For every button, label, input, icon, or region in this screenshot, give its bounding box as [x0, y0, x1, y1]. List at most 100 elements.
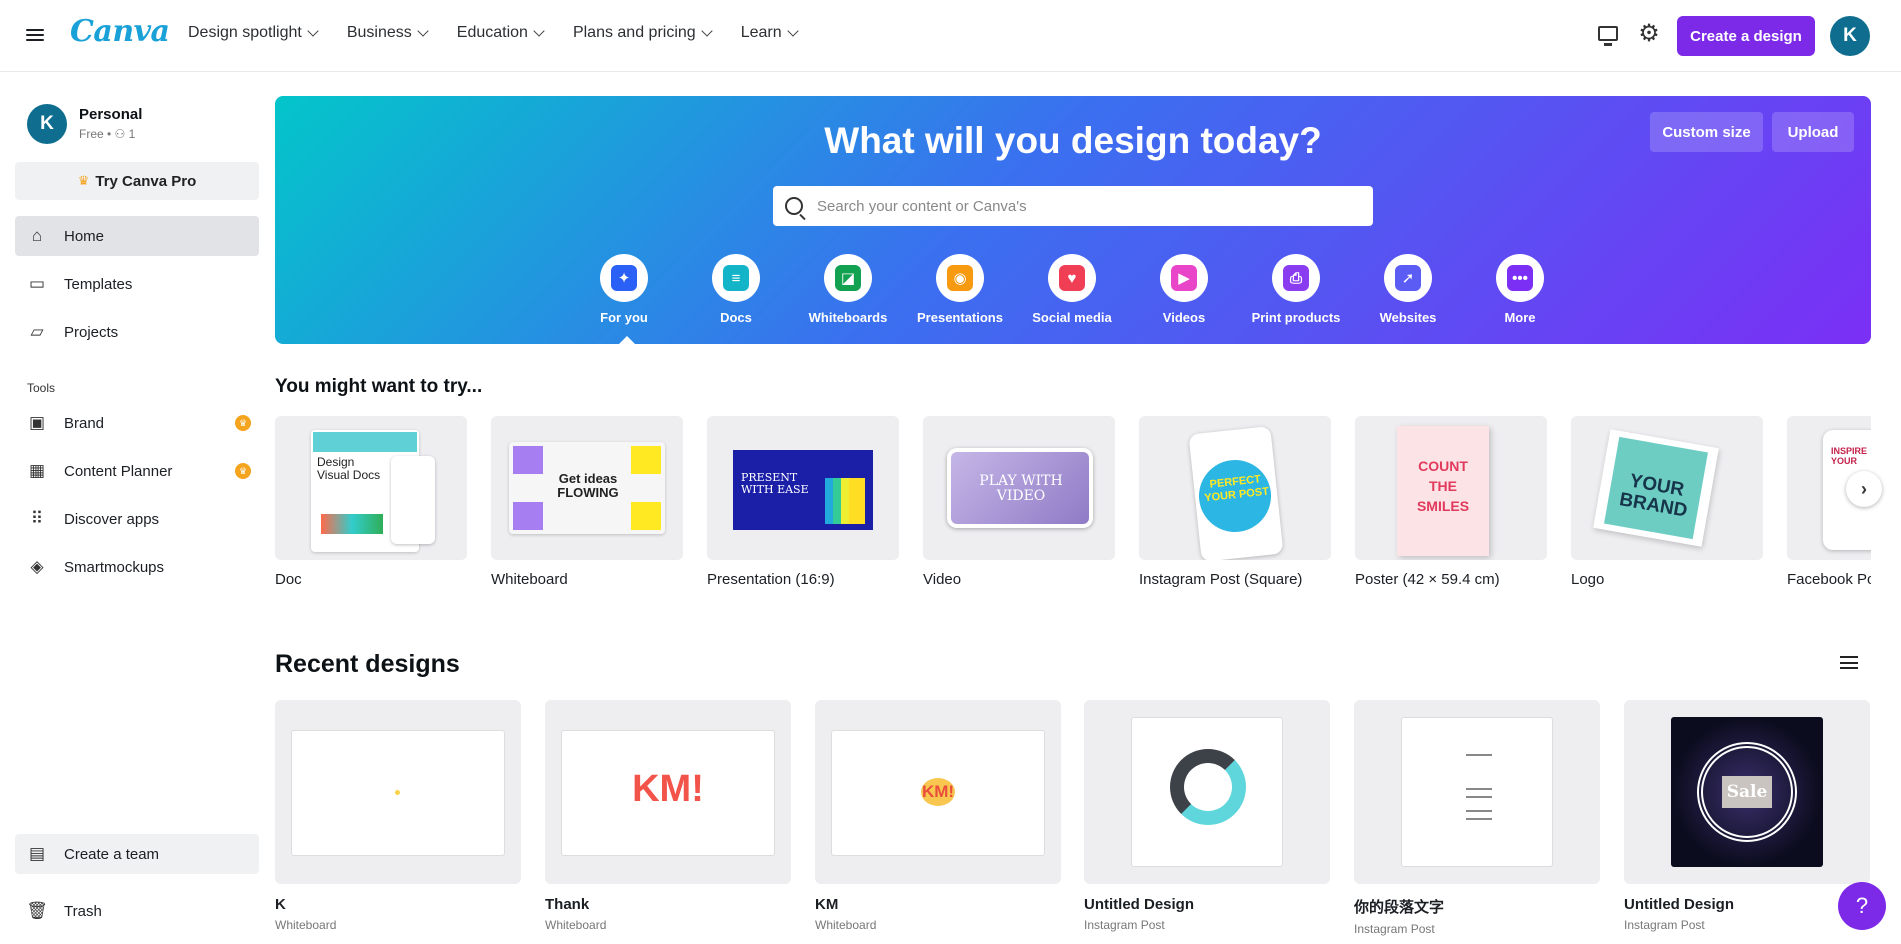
search-input[interactable]: [817, 197, 1357, 215]
create-design-button[interactable]: Create a design: [1677, 16, 1815, 56]
carousel-next-button[interactable]: ›: [1846, 471, 1882, 507]
recent-type: Whiteboard: [545, 918, 607, 932]
try-card-whiteboard[interactable]: Get ideas FLOWING Whiteboard: [491, 416, 683, 588]
chevron-down-icon: [701, 25, 713, 37]
sidebar-item-label: Smartmockups: [64, 558, 165, 576]
try-thumb: Design Visual Docs: [275, 416, 467, 560]
custom-size-button[interactable]: Custom size: [1650, 112, 1763, 152]
sparkle-icon: ✦: [611, 265, 637, 291]
category-docs[interactable]: ≡ Docs: [681, 254, 791, 325]
category-whiteboards[interactable]: ◪ Whiteboards: [793, 254, 903, 325]
recent-card[interactable]: KM! KM Whiteboard: [815, 700, 1061, 932]
chevron-down-icon: [786, 25, 799, 37]
menu-icon[interactable]: [24, 26, 46, 46]
tools-heading: Tools: [27, 381, 56, 395]
crown-icon: ♛: [77, 173, 90, 188]
nav-label: Education: [456, 24, 528, 41]
recent-card[interactable]: Untitled Design Instagram Post: [1084, 700, 1330, 932]
category-websites[interactable]: ➚ Websites: [1353, 254, 1463, 325]
try-card-label: Facebook Po: [1787, 571, 1871, 588]
chevron-down-icon: [533, 25, 545, 37]
try-card-poster[interactable]: COUNT THE SMILES Poster (42 × 59.4 cm): [1355, 416, 1547, 588]
search-icon: [785, 197, 803, 215]
try-card-presentation[interactable]: PRESENT WITH EASE Presentation (16:9): [707, 416, 899, 588]
recent-title: Untitled Design: [1084, 896, 1195, 913]
nav-plans-pricing[interactable]: Plans and pricing: [572, 24, 713, 42]
try-card-logo[interactable]: YOUR BRAND Logo: [1571, 416, 1763, 588]
sidebar-item-templates[interactable]: ▭ Templates: [15, 264, 259, 304]
recent-thumb: [275, 700, 521, 884]
try-card-label: Logo: [1571, 571, 1605, 588]
sidebar-item-projects[interactable]: ▱ Projects: [15, 312, 259, 352]
team-icon: ▤: [28, 844, 46, 863]
recent-thumb: KM!: [815, 700, 1061, 884]
category-label: Websites: [1379, 310, 1437, 325]
try-pro-button[interactable]: ♛ Try Canva Pro: [15, 162, 259, 200]
recent-type: Instagram Post: [1084, 918, 1165, 932]
list-view-icon[interactable]: [1840, 656, 1858, 672]
sidebar-item-label: Content Planner: [64, 462, 173, 480]
try-card-label: Instagram Post (Square): [1139, 571, 1303, 588]
account-name: Personal: [79, 106, 143, 123]
gear-icon[interactable]: ⚙: [1637, 22, 1661, 46]
category-label: Print products: [1251, 310, 1341, 325]
cursor-icon: ➚: [1395, 265, 1421, 291]
sidebar-item-label: Brand: [64, 414, 105, 432]
try-card-video[interactable]: PLAY WITH VIDEO Video: [923, 416, 1115, 588]
try-card-label: Presentation (16:9): [707, 571, 835, 588]
brand-icon: ▣: [28, 413, 46, 432]
nav-label: Plans and pricing: [572, 24, 696, 41]
selected-category-pointer: [618, 336, 636, 344]
nav-business[interactable]: Business: [347, 24, 429, 42]
sidebar-item-create-team[interactable]: ▤ Create a team: [15, 834, 259, 874]
category-social-media[interactable]: ♥ Social media: [1017, 254, 1127, 325]
category-more[interactable]: ••• More: [1465, 254, 1575, 325]
sidebar-item-smartmockups[interactable]: ◈ Smartmockups: [15, 547, 259, 587]
category-circle: ◪: [824, 254, 872, 302]
upload-button[interactable]: Upload: [1772, 112, 1854, 152]
recent-card[interactable]: 你的段落文字 Instagram Post: [1354, 700, 1600, 936]
calendar-icon: ▦: [28, 461, 46, 480]
recent-title: KM: [815, 896, 839, 913]
recent-title: K: [275, 896, 286, 913]
category-print-products[interactable]: ⎙ Print products: [1241, 254, 1351, 325]
category-videos[interactable]: ▶ Videos: [1129, 254, 1239, 325]
sidebar-item-brand[interactable]: ▣ Brand ♛: [15, 403, 259, 443]
category-for-you[interactable]: ✦ For you: [569, 254, 679, 325]
canva-logo[interactable]: Canva: [70, 14, 170, 49]
recent-title: 你的段落文字: [1354, 899, 1445, 916]
avatar[interactable]: K: [1830, 16, 1870, 56]
nav-learn[interactable]: Learn: [740, 24, 799, 42]
try-card-label: Poster (42 × 59.4 cm): [1355, 571, 1500, 588]
desktop-app-icon[interactable]: [1598, 26, 1618, 46]
help-button[interactable]: ?: [1838, 882, 1886, 930]
video-camera-icon: ▶: [1171, 265, 1197, 291]
nav-education[interactable]: Education: [456, 24, 545, 42]
sidebar-item-discover-apps[interactable]: ⠿ Discover apps: [15, 499, 259, 539]
category-presentations[interactable]: ◉ Presentations: [905, 254, 1015, 325]
sidebar-item-trash[interactable]: 🗑 Trash: [15, 891, 259, 931]
recent-card[interactable]: KM! Thank Whiteboard: [545, 700, 791, 932]
recent-thumb: [1084, 700, 1330, 884]
try-card-instagram-post[interactable]: PERFECT YOUR POST Instagram Post (Square…: [1139, 416, 1331, 588]
nav-label: Learn: [740, 24, 782, 41]
account-switcher[interactable]: K Personal Free • ⚇ 1: [27, 104, 142, 144]
whiteboard-thumb-text: Get ideas FLOWING: [557, 471, 619, 500]
sidebar-item-home[interactable]: ⌂ Home: [15, 216, 259, 256]
try-thumb: PERFECT YOUR POST: [1139, 416, 1331, 560]
recent-card[interactable]: Sale Untitled Design Instagram Post: [1624, 700, 1870, 932]
category-circle: ▶: [1160, 254, 1208, 302]
sidebar-item-content-planner[interactable]: ▦ Content Planner ♛: [15, 451, 259, 491]
trash-icon: 🗑: [26, 901, 48, 920]
try-card-label: Doc: [275, 571, 302, 588]
avatar: K: [27, 104, 67, 144]
category-label: Presentations: [917, 310, 1003, 325]
recent-card[interactable]: K Whiteboard: [275, 700, 521, 932]
try-thumb: Get ideas FLOWING: [491, 416, 683, 560]
try-card-doc[interactable]: Design Visual Docs Doc: [275, 416, 467, 588]
category-label: Videos: [1162, 310, 1206, 325]
try-thumb: PLAY WITH VIDEO: [923, 416, 1115, 560]
search-bar[interactable]: [773, 186, 1373, 226]
nav-design-spotlight[interactable]: Design spotlight: [188, 24, 319, 42]
templates-icon: ▭: [28, 274, 46, 293]
